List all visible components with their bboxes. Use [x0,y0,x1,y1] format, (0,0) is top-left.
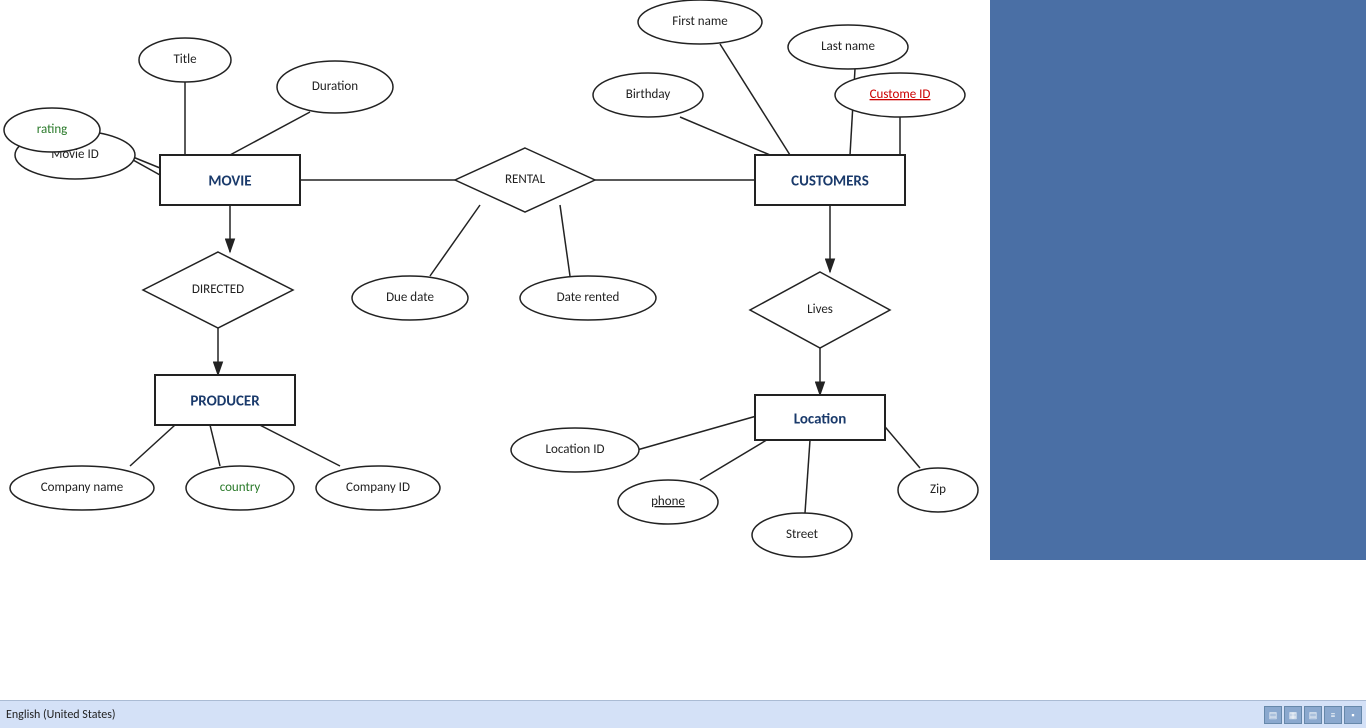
attr-lastname-label: Last name [821,39,875,54]
conn-loc-phone [700,435,775,480]
attr-rating-label: rating [37,122,68,137]
conn-rental-duedate [430,205,480,276]
attr-title-label: Title [173,52,196,67]
entity-producer-label: PRODUCER [190,393,260,411]
main-canvas: MOVIE RENTAL CUSTOMERS DIRECTED PRODUCER… [0,0,990,560]
rel-rental-label: RENTAL [505,172,546,187]
status-bar: English (United States) ▤ ▦ ▤ ≡ ▪ [0,700,1366,728]
status-icon-1: ▤ [1264,706,1282,724]
conn-prod-companyid [250,420,340,466]
attr-zip-label: Zip [930,482,946,497]
entity-movie-label: MOVIE [208,173,251,191]
right-panel [990,0,1366,560]
status-icon-2: ▦ [1284,706,1302,724]
attr-country-label: country [220,480,261,495]
conn-rental-daterented [560,205,570,276]
conn-movie-duration [230,112,310,155]
status-icon-4: ≡ [1324,706,1342,724]
attr-due-date-label: Due date [386,290,434,305]
status-icon-5: ▪ [1344,706,1362,724]
status-icons: ▤ ▦ ▤ ≡ ▪ [1264,706,1362,724]
conn-loc-locationid [637,415,760,450]
conn-cust-birthday [680,117,770,155]
attr-customer-id-label: Custome ID [870,87,931,102]
attr-phone-label: phone [651,494,685,509]
status-language: English (United States) [6,708,116,722]
attr-birthday-label: Birthday [626,87,671,102]
rel-lives-label: Lives [807,302,833,317]
conn-loc-street [805,440,810,513]
entity-customers-label: CUSTOMERS [791,173,869,191]
attr-duration-label: Duration [312,79,358,94]
conn-prod-country [210,425,220,466]
attr-firstname-label: First name [672,14,727,29]
attr-company-name-label: Company name [41,480,124,495]
status-icon-3: ▤ [1304,706,1322,724]
attr-date-rented-label: Date rented [557,290,620,305]
conn-prod-companyname [130,425,175,466]
attr-company-id-label: Company ID [346,480,410,495]
attr-location-id-label: Location ID [546,442,605,457]
rel-directed-label: DIRECTED [192,282,244,297]
diagram-svg: MOVIE RENTAL CUSTOMERS DIRECTED PRODUCER… [0,0,990,560]
entity-location-label: Location [794,411,847,429]
attr-street-label: Street [786,527,819,542]
